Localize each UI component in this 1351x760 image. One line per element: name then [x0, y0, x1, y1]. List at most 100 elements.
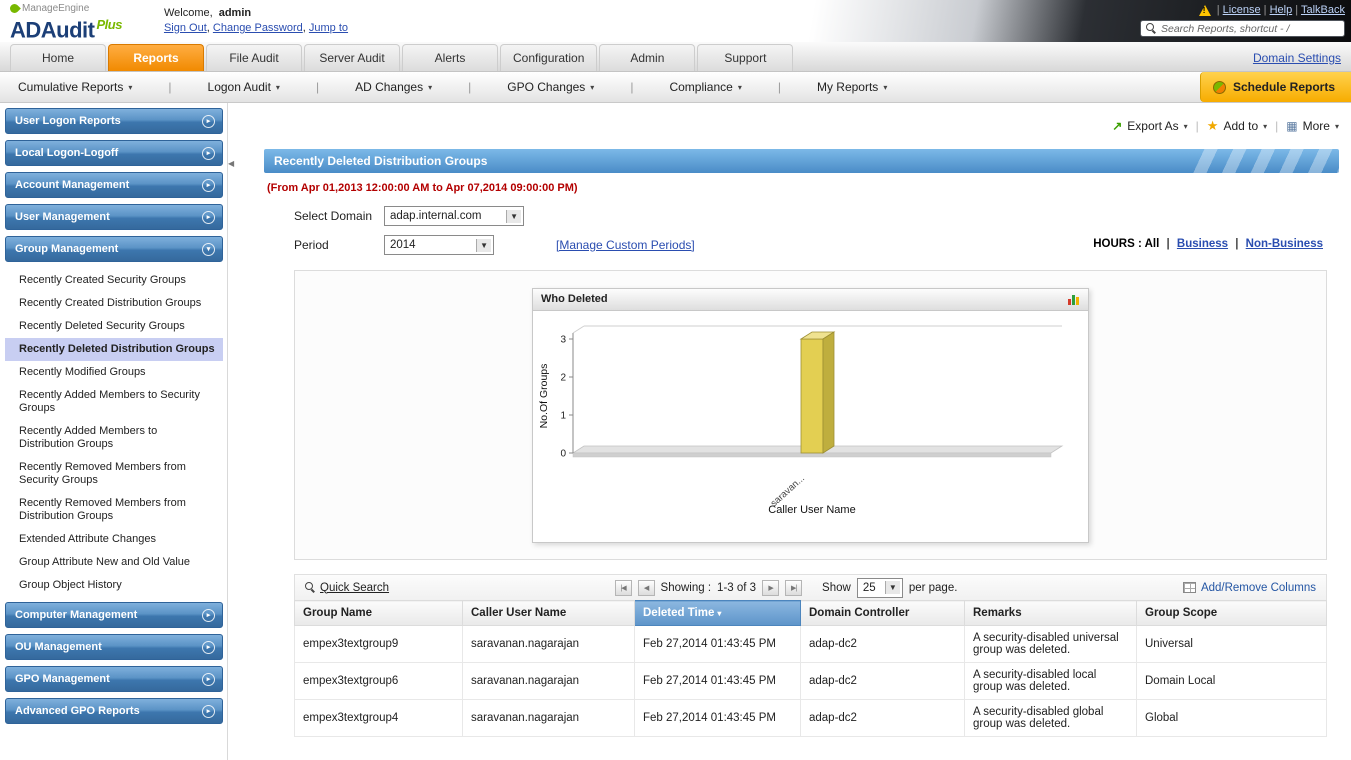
hours-label: HOURS :: [1093, 238, 1142, 250]
sidebar-section-gpo-management[interactable]: GPO Management ▸: [5, 666, 223, 692]
session-link-change-password[interactable]: Change Password: [213, 22, 303, 34]
sidebar-section-computer-management[interactable]: Computer Management ▸: [5, 602, 223, 628]
tab-admin[interactable]: Admin: [599, 44, 696, 71]
period-select[interactable]: 2014 ▼: [384, 235, 494, 255]
chevron-right-icon: ▸: [202, 178, 215, 192]
cell-deleted-time: Feb 27,2014 01:43:45 PM: [634, 662, 801, 700]
sidebar-item-group-object-history[interactable]: Group Object History: [5, 574, 223, 597]
manage-custom-periods-link[interactable]: [Manage Custom Periods]: [556, 238, 695, 252]
subnav-item-ad-changes[interactable]: AD Changes ▾: [355, 80, 432, 94]
report-date-range: (From Apr 01,2013 12:00:00 AM to Apr 07,…: [267, 182, 578, 194]
chevron-right-icon: ▸: [202, 210, 215, 224]
tab-alerts[interactable]: Alerts: [402, 44, 498, 71]
column-header-deleted-time[interactable]: Deleted Time ▾: [634, 600, 801, 626]
cell-group-name: empex3textgroup4: [294, 699, 463, 737]
header-search[interactable]: [1140, 20, 1345, 37]
subnav-item-compliance[interactable]: Compliance ▾: [669, 80, 741, 94]
bar-chart-icon[interactable]: [1068, 293, 1080, 305]
cell-domain-controller: adap-dc2: [800, 625, 965, 663]
domain-select[interactable]: adap.internal.com ▼: [384, 206, 524, 226]
previous-page-button[interactable]: ◀: [637, 579, 655, 596]
chevron-down-icon: ▾: [202, 242, 215, 256]
sidebar-section-advanced-gpo-reports[interactable]: Advanced GPO Reports ▸: [5, 698, 223, 724]
add-to-button[interactable]: ★ Add to ▾: [1207, 118, 1267, 134]
sidebar-item-recently-modified-groups[interactable]: Recently Modified Groups: [5, 361, 223, 384]
last-page-button[interactable]: ▶|: [785, 579, 803, 596]
adaudit-logo: ManageEngine ADAudit Plus: [0, 0, 122, 43]
sidebar-item-recently-removed-members-from-distribution-groups[interactable]: Recently Removed Members from Distributi…: [5, 492, 223, 528]
cell-domain-controller: adap-dc2: [800, 699, 965, 737]
sidebar-section-group-management[interactable]: Group Management ▾: [5, 236, 223, 262]
sidebar-item-recently-removed-members-from-security-groups[interactable]: Recently Removed Members from Security G…: [5, 456, 223, 492]
cell-domain-controller: adap-dc2: [800, 662, 965, 700]
hours-all[interactable]: All: [1145, 238, 1160, 250]
utility-link-license[interactable]: License: [1223, 4, 1261, 16]
column-header-group-name[interactable]: Group Name: [294, 600, 463, 626]
sidebar-item-recently-added-members-to-distribution-groups[interactable]: Recently Added Members to Distribution G…: [5, 420, 223, 456]
cell-group-name: empex3textgroup9: [294, 625, 463, 663]
tab-configuration[interactable]: Configuration: [500, 44, 598, 71]
sidebar-item-recently-deleted-security-groups[interactable]: Recently Deleted Security Groups: [5, 315, 223, 338]
chevron-right-icon: ▸: [202, 146, 215, 160]
separator: |: [1260, 4, 1270, 16]
tab-file-audit[interactable]: File Audit: [206, 44, 302, 71]
tab-reports[interactable]: Reports: [108, 44, 204, 71]
sidebar-item-recently-deleted-distribution-groups[interactable]: Recently Deleted Distribution Groups: [5, 338, 223, 361]
sidebar-item-recently-created-security-groups[interactable]: Recently Created Security Groups: [5, 269, 223, 292]
sidebar-item-recently-added-members-to-security-groups[interactable]: Recently Added Members to Security Group…: [5, 384, 223, 420]
cell-remarks: A security-disabled universal group was …: [964, 625, 1137, 663]
pager: |◀ ◀ Showing : 1-3 of 3 ▶ ▶| Show 25 ▼ p…: [614, 577, 957, 598]
chevron-down-icon: ▾: [737, 82, 742, 92]
domain-settings-link[interactable]: Domain Settings: [1253, 51, 1341, 65]
next-page-button[interactable]: ▶: [762, 579, 780, 596]
brand-product: ADAudit: [10, 17, 95, 43]
sidebar-section-local-logon-logoff[interactable]: Local Logon-Logoff ▸: [5, 140, 223, 166]
subnav-item-cumulative-reports[interactable]: Cumulative Reports ▾: [18, 80, 132, 94]
tab-server-audit[interactable]: Server Audit: [304, 44, 400, 71]
utility-link-talkback[interactable]: TalkBack: [1301, 4, 1345, 16]
sidebar-section-account-management[interactable]: Account Management ▸: [5, 172, 223, 198]
search-input[interactable]: [1161, 22, 1339, 35]
tab-support[interactable]: Support: [697, 44, 794, 71]
sidebar-item-extended-attribute-changes[interactable]: Extended Attribute Changes: [5, 528, 223, 551]
chevron-right-icon: ▸: [202, 672, 215, 686]
table-row[interactable]: empex3textgroup6 saravanan.nagarajan Feb 2…: [294, 662, 1327, 700]
report-category-nav: Cumulative Reports ▾ | Logon Audit ▾ | AD Chan…: [0, 72, 1351, 103]
chevron-right-icon: ▸: [202, 114, 215, 128]
more-button[interactable]: ▦ More ▾: [1286, 119, 1339, 133]
add-remove-columns-link[interactable]: Add/Remove Columns: [1201, 582, 1316, 594]
column-header-caller-user-name[interactable]: Caller User Name: [462, 600, 635, 626]
sidebar-section-user-management[interactable]: User Management ▸: [5, 204, 223, 230]
column-header-remarks[interactable]: Remarks: [964, 600, 1137, 626]
tab-home[interactable]: Home: [10, 44, 106, 71]
add-remove-columns-icon: [1182, 582, 1196, 593]
sidebar-collapse-icon[interactable]: ◀: [228, 159, 234, 168]
sidebar-item-group-attribute-new-and-old-value[interactable]: Group Attribute New and Old Value: [5, 551, 223, 574]
subnav-item-gpo-changes[interactable]: GPO Changes ▾: [507, 80, 594, 94]
sidebar-section-user-logon-reports[interactable]: User Logon Reports ▸: [5, 108, 223, 134]
sidebar-item-recently-created-distribution-groups[interactable]: Recently Created Distribution Groups: [5, 292, 223, 315]
subnav-item-label: Cumulative Reports: [18, 80, 124, 94]
manageengine-leaf-icon: [8, 2, 21, 15]
first-page-button[interactable]: |◀: [614, 579, 632, 596]
subnav-item-label: Compliance: [669, 80, 733, 94]
subnav-item-logon-audit[interactable]: Logon Audit ▾: [208, 80, 280, 94]
export-as-button[interactable]: ↗ Export As ▾: [1112, 119, 1187, 133]
utility-link-help[interactable]: Help: [1270, 4, 1293, 16]
quick-search-link[interactable]: Quick Search: [320, 582, 389, 594]
warning-icon[interactable]: [1198, 4, 1211, 16]
session-link-sign-out[interactable]: Sign Out: [164, 22, 207, 34]
subnav-item-my-reports[interactable]: My Reports ▾: [817, 80, 887, 94]
schedule-reports-button[interactable]: Schedule Reports: [1199, 72, 1351, 102]
table-row[interactable]: empex3textgroup4 saravanan.nagarajan Feb 2…: [294, 699, 1327, 737]
sidebar-section-ou-management[interactable]: OU Management ▸: [5, 634, 223, 660]
hours-business-link[interactable]: Business: [1177, 238, 1228, 250]
subnav-item-label: My Reports: [816, 80, 879, 94]
page-size-select[interactable]: 25 ▼: [856, 577, 903, 598]
column-header-domain-controller[interactable]: Domain Controller: [800, 600, 965, 626]
hours-nonbusiness-link[interactable]: Non-Business: [1246, 238, 1323, 250]
table-row[interactable]: empex3textgroup9 saravanan.nagarajan Feb 2…: [294, 625, 1327, 663]
column-header-group-scope[interactable]: Group Scope: [1136, 600, 1327, 626]
top-header: ManageEngine ADAudit Plus Welcome, admin …: [0, 0, 1351, 42]
session-link-jump-to[interactable]: Jump to: [309, 22, 348, 34]
